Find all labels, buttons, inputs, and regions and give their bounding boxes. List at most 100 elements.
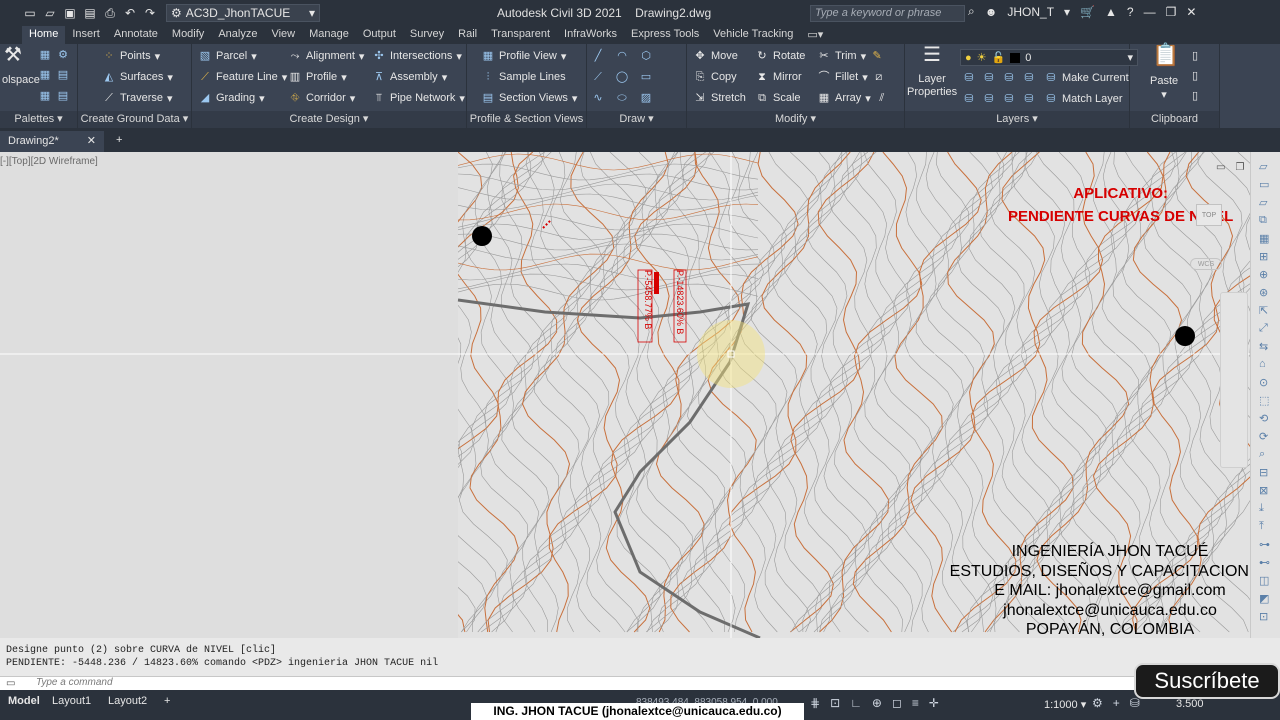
pipe-network-button[interactable]: ⫪ Pipe Network ▾: [372, 91, 465, 105]
viewport-controls-label[interactable]: [-][Top][2D Wireframe]: [0, 156, 98, 167]
tool-strip-icon[interactable]: ⌕: [1259, 448, 1265, 461]
surfaces-button[interactable]: ◭ Surfaces ▾: [102, 70, 173, 84]
chevron-down-icon[interactable]: ▾: [1064, 5, 1070, 19]
panel-title-clipboard[interactable]: Clipboard: [1130, 111, 1219, 128]
cart-icon[interactable]: 🛒: [1080, 5, 1095, 19]
draw-row-3[interactable]: ∿ ⬭ ▨: [591, 91, 653, 105]
tool-strip-icon[interactable]: ⤓: [1259, 502, 1264, 515]
tool-strip-icon[interactable]: ◩: [1259, 592, 1269, 605]
draw-row-2[interactable]: ⟋ ◯ ▭: [591, 70, 653, 84]
tool-strip-icon[interactable]: ⟳: [1259, 430, 1268, 443]
document-tab-drawing2[interactable]: Drawing2* ✕: [0, 131, 104, 152]
search-icon[interactable]: ⌕: [968, 4, 975, 19]
tab-analyze[interactable]: Analyze: [211, 26, 264, 44]
alignment-button[interactable]: ⤳ Alignment ▾: [288, 49, 365, 63]
tool-strip-icon[interactable]: ▦: [1259, 232, 1269, 245]
scale-button[interactable]: ⧉ Scale: [755, 91, 800, 105]
tab-survey[interactable]: Survey: [403, 26, 451, 44]
traverse-button[interactable]: ⟋ Traverse ▾: [102, 91, 172, 105]
tool-strip-icon[interactable]: ⊟: [1259, 466, 1268, 479]
array-button[interactable]: ▦ Array ▾ ⫽: [817, 91, 889, 105]
close-icon[interactable]: ✕: [87, 134, 96, 147]
user-name[interactable]: JHON_T: [1007, 5, 1054, 19]
corridor-button[interactable]: ⛗ Corridor ▾: [288, 91, 356, 105]
layer-tools-row-2[interactable]: ⛁ ⛁ ⛁ ⛁: [962, 92, 1036, 106]
panel-title-draw[interactable]: Draw ▾: [587, 111, 686, 128]
layer-dropdown[interactable]: ● ☀ 🔓 0 ▾: [960, 49, 1138, 66]
feature-line-button[interactable]: ⟋ Feature Line ▾: [198, 70, 287, 84]
toolspace-button[interactable]: ⚒ olspace: [2, 45, 40, 86]
tab-express-tools[interactable]: Express Tools: [624, 26, 706, 44]
tool-strip-icon[interactable]: ⊕: [1259, 268, 1268, 281]
stretch-button[interactable]: ⇲ Stretch: [693, 91, 745, 105]
tool-strip-icon[interactable]: ⇱: [1259, 304, 1268, 317]
search-input[interactable]: Type a keyword or phrase: [810, 5, 965, 22]
wcs-menu[interactable]: WCS: [1190, 258, 1222, 270]
tool-strip-icon[interactable]: ⤒: [1259, 520, 1264, 533]
tool-strip-icon[interactable]: ▱: [1259, 196, 1267, 209]
a360-icon[interactable]: ▲: [1105, 5, 1117, 19]
rotate-button[interactable]: ↻ Rotate: [755, 49, 805, 63]
sample-lines-button[interactable]: ⫶ Sample Lines: [481, 70, 566, 84]
section-views-button[interactable]: ▤ Section Views ▾: [481, 91, 578, 105]
tab-infraworks[interactable]: InfraWorks: [557, 26, 624, 44]
profile-button[interactable]: ▥ Profile ▾: [288, 70, 347, 84]
new-icon[interactable]: ▭: [22, 5, 38, 21]
make-current-button[interactable]: ⛁ Make Current: [1044, 71, 1128, 85]
tool-strip-icon[interactable]: ⌂: [1259, 358, 1266, 370]
tab-manage[interactable]: Manage: [302, 26, 356, 44]
add-layout-icon[interactable]: +: [158, 693, 176, 709]
tab-annotate[interactable]: Annotate: [107, 26, 165, 44]
tab-overflow-icon[interactable]: ▭▾: [800, 26, 830, 44]
palette-icon-grid[interactable]: ▦ ⚙: [38, 48, 70, 62]
tool-strip-icon[interactable]: ⊡: [1259, 610, 1268, 623]
panel-title-layers[interactable]: Layers ▾: [905, 111, 1129, 128]
plot-icon[interactable]: ⎙: [102, 5, 118, 21]
tool-strip-icon[interactable]: ▭: [1259, 178, 1269, 191]
workspace-dropdown[interactable]: ⚙ AC3D_JhonTACUE ▾: [166, 4, 320, 22]
annotation-scale[interactable]: 1:1000 ▾: [1044, 698, 1086, 711]
viewcube[interactable]: TOP: [1196, 204, 1222, 226]
palette-icon-grid-2[interactable]: ▦ ▤: [38, 68, 70, 82]
points-button[interactable]: ⁘ Points ▾: [102, 49, 160, 63]
viewport-restore-icon[interactable]: ❐: [1235, 162, 1244, 173]
tab-insert[interactable]: Insert: [65, 26, 107, 44]
drawing-viewport[interactable]: P.-5458.77% B P.-14823.60% B [-][Top][2D …: [0, 152, 1250, 638]
profile-view-button[interactable]: ▦ Profile View ▾: [481, 49, 567, 63]
tab-transparent[interactable]: Transparent: [484, 26, 557, 44]
save-icon[interactable]: ▣: [62, 5, 78, 21]
tool-strip-icon[interactable]: ⇆: [1259, 340, 1268, 353]
tool-strip-icon[interactable]: ⊶: [1259, 538, 1270, 551]
tool-strip-icon[interactable]: ⊷: [1259, 556, 1270, 569]
tab-home[interactable]: Home: [22, 26, 66, 44]
panel-title-design[interactable]: Create Design ▾: [192, 111, 466, 128]
clipboard-small-buttons[interactable]: ▯ ▯ ▯: [1188, 49, 1202, 103]
tab-output[interactable]: Output: [356, 26, 403, 44]
tab-model[interactable]: Model: [2, 693, 46, 709]
maximize-icon[interactable]: ❐: [1166, 5, 1177, 19]
open-icon[interactable]: ▱: [42, 5, 58, 21]
tab-layout1[interactable]: Layout1: [46, 693, 97, 709]
redo-icon[interactable]: ↷: [142, 5, 158, 21]
move-button[interactable]: ✥ Move: [693, 49, 738, 63]
tab-layout2[interactable]: Layout2: [102, 693, 153, 709]
tab-rail[interactable]: Rail: [451, 26, 484, 44]
tab-view[interactable]: View: [264, 26, 302, 44]
tool-strip-icon[interactable]: ⊠: [1259, 484, 1268, 497]
status-toggles[interactable]: ⋕ ⊡ ∟ ⊕ ◻ ≡ ✛: [810, 696, 939, 710]
palette-icon-grid-3[interactable]: ▦ ▤: [38, 89, 70, 103]
tool-strip-icon[interactable]: ⊞: [1259, 250, 1268, 263]
tool-strip-icon[interactable]: ▱: [1259, 160, 1267, 173]
tool-strip-icon[interactable]: ⟲: [1259, 412, 1268, 425]
parcel-button[interactable]: ▧ Parcel ▾: [198, 49, 257, 63]
paste-button[interactable]: 📋 Paste ▾: [1150, 44, 1179, 102]
panel-title-profile[interactable]: Profile & Section Views: [467, 111, 586, 128]
trim-button[interactable]: ✂ Trim ▾ ✎: [817, 49, 884, 63]
copy-button[interactable]: ⎘ Copy: [693, 70, 737, 84]
layer-tools-row-1[interactable]: ⛁ ⛁ ⛁ ⛁: [962, 71, 1036, 85]
assembly-button[interactable]: ⊼ Assembly ▾: [372, 70, 447, 84]
match-layer-button[interactable]: ⛁ Match Layer: [1044, 92, 1122, 106]
tool-strip-icon[interactable]: ⊙: [1259, 376, 1268, 389]
tab-modify[interactable]: Modify: [165, 26, 211, 44]
tool-strip-icon[interactable]: ⬚: [1259, 394, 1269, 407]
